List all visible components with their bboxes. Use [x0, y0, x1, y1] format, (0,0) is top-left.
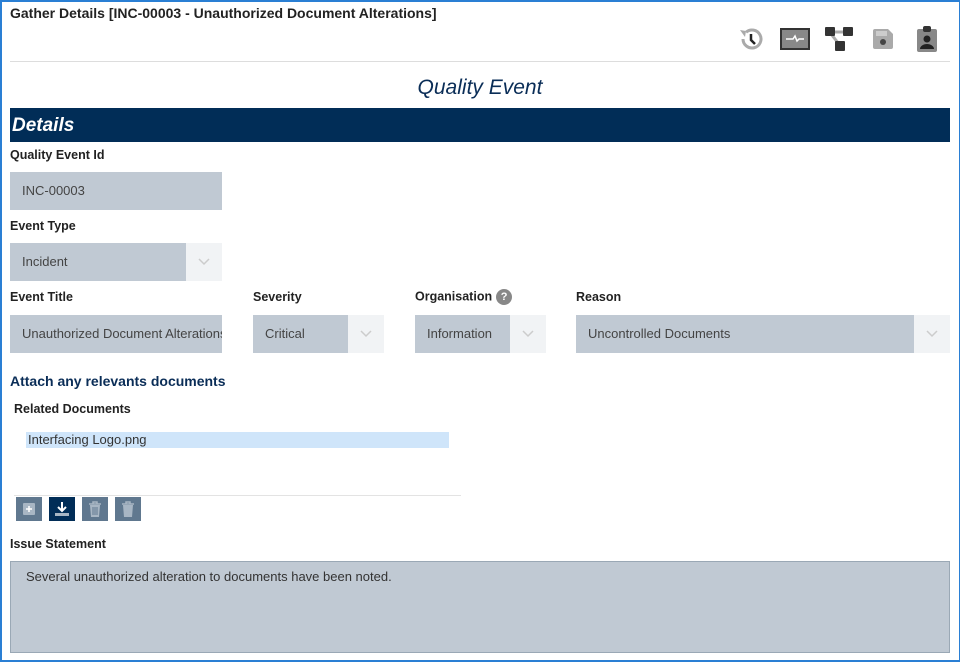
chevron-down-icon[interactable]: [348, 315, 384, 353]
delete-all-button[interactable]: [115, 497, 141, 521]
quality-event-id-field[interactable]: INC-00003: [10, 172, 222, 210]
chevron-down-icon[interactable]: [914, 315, 950, 353]
save-icon[interactable]: [868, 24, 898, 54]
workflow-icon[interactable]: [824, 24, 854, 54]
event-type-select[interactable]: Incident: [10, 243, 222, 281]
issue-statement-label: Issue Statement: [10, 537, 106, 551]
quality-event-id-label: Quality Event Id: [10, 148, 105, 162]
download-icon: [55, 502, 69, 516]
organisation-value: Information: [415, 315, 510, 353]
chevron-down-icon[interactable]: [510, 315, 546, 353]
history-icon[interactable]: [736, 24, 766, 54]
delete-document-button[interactable]: [82, 497, 108, 521]
help-icon[interactable]: ?: [496, 289, 513, 305]
event-title-field[interactable]: Unauthorized Document Alterations: [10, 315, 222, 353]
organisation-label: Organisation?: [415, 289, 513, 305]
event-type-label: Event Type: [10, 219, 76, 233]
section-header-details: Details: [10, 108, 950, 142]
issue-statement-textarea[interactable]: Several unauthorized alteration to docum…: [10, 561, 950, 653]
severity-select[interactable]: Critical: [253, 315, 384, 353]
chevron-down-icon[interactable]: [186, 243, 222, 281]
attach-heading: Attach any relevants documents: [10, 373, 226, 389]
clipboard-user-icon[interactable]: [912, 24, 942, 54]
header-divider: [10, 61, 950, 62]
trash-icon: [89, 501, 101, 517]
download-document-button[interactable]: [49, 497, 75, 521]
organisation-select[interactable]: Information: [415, 315, 546, 353]
severity-value: Critical: [253, 315, 348, 353]
form-title: Quality Event: [417, 76, 543, 99]
plus-icon: [23, 503, 35, 515]
trash-icon: [122, 501, 134, 517]
monitor-icon[interactable]: [780, 24, 810, 54]
toolbar: [736, 24, 942, 54]
event-type-value: Incident: [10, 243, 186, 281]
reason-label: Reason: [576, 290, 622, 304]
reason-select[interactable]: Uncontrolled Documents: [576, 315, 950, 353]
add-document-button[interactable]: [16, 497, 42, 521]
organisation-label-text: Organisation: [415, 289, 493, 304]
document-list-item[interactable]: Interfacing Logo.png: [26, 432, 449, 448]
event-title-label: Event Title: [10, 290, 73, 304]
related-documents-label: Related Documents: [14, 402, 131, 416]
reason-value: Uncontrolled Documents: [576, 315, 914, 353]
severity-label: Severity: [253, 290, 302, 304]
list-divider: [14, 495, 461, 496]
window-title: Gather Details [INC-00003 - Unauthorized…: [10, 5, 437, 21]
